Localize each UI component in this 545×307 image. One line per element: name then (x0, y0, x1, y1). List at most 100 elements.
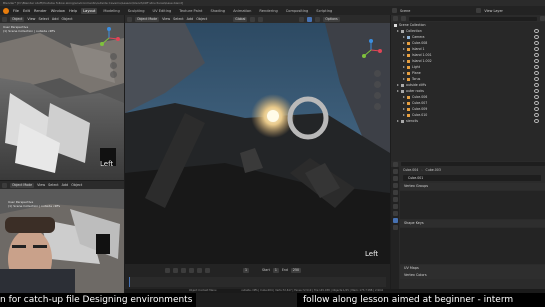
mesh-data-tab-icon[interactable] (392, 218, 398, 223)
expand-triangle-icon[interactable] (403, 78, 405, 80)
visibility-eye-icon[interactable] (534, 59, 539, 63)
menu-select[interactable]: Select (173, 17, 183, 21)
expand-triangle-icon[interactable] (403, 48, 405, 50)
menu-file[interactable]: File (13, 9, 19, 13)
visibility-eye-icon[interactable] (534, 35, 539, 39)
end-frame-field[interactable]: 250 (290, 267, 302, 273)
play-icon[interactable] (189, 267, 194, 273)
shading-material-icon[interactable] (315, 16, 321, 22)
expand-triangle-icon[interactable] (403, 108, 405, 110)
outliner-search-input[interactable] (409, 16, 537, 21)
panel-uv-maps[interactable]: UV Maps (400, 265, 545, 272)
shape-keys-list[interactable] (400, 228, 545, 264)
object-tab-icon[interactable] (392, 204, 398, 209)
visibility-eye-icon[interactable] (534, 41, 539, 45)
menu-object[interactable]: Object (196, 17, 207, 21)
output-tab-icon[interactable] (392, 183, 398, 188)
tab-shading[interactable]: Shading (208, 8, 227, 14)
tab-layout[interactable]: Layout (81, 7, 98, 14)
render-tab-icon[interactable] (392, 176, 398, 181)
play-reverse-icon[interactable] (181, 267, 186, 273)
expand-triangle-icon[interactable] (403, 102, 405, 104)
visibility-eye-icon[interactable] (534, 95, 539, 99)
tab-rendering[interactable]: Rendering (257, 8, 279, 14)
mode-dropdown[interactable]: Object (10, 16, 25, 22)
editor-type-icon[interactable] (393, 161, 398, 167)
tab-modeling[interactable]: Modeling (101, 8, 121, 14)
navigation-gizmo-icon[interactable] (98, 27, 120, 49)
material-tab-icon[interactable] (392, 225, 398, 230)
overlay-icon[interactable] (299, 16, 305, 22)
tab-sculpting[interactable]: Sculpting (126, 8, 147, 14)
menu-object[interactable]: Object (61, 17, 72, 21)
editor-type-icon[interactable] (2, 182, 7, 188)
menu-view[interactable]: View (27, 17, 35, 21)
shading-solid-icon[interactable] (307, 16, 313, 22)
mode-dropdown[interactable]: Object Mode (135, 16, 160, 22)
proportional-edit-icon[interactable] (258, 16, 264, 22)
menu-render[interactable]: Render (34, 9, 47, 13)
menu-add[interactable]: Add (62, 183, 69, 187)
mesh-name-field[interactable]: Cube.001 (403, 175, 541, 181)
expand-triangle-icon[interactable] (403, 66, 405, 68)
current-frame-field[interactable]: 1 (243, 267, 250, 273)
next-keyframe-icon[interactable] (197, 267, 202, 273)
jump-end-icon[interactable] (205, 267, 210, 273)
left-top-viewport[interactable]: User Perspective (1) Scene Collection | … (0, 23, 124, 180)
menu-edit[interactable]: Edit (23, 9, 30, 13)
menu-object[interactable]: Object (71, 183, 82, 187)
expand-triangle-icon[interactable] (403, 54, 405, 56)
perspective-toggle-icon[interactable] (374, 103, 381, 110)
pan-hand-icon[interactable] (110, 62, 117, 69)
panel-vertex-groups[interactable]: Vertex Groups (400, 183, 545, 190)
left-bottom-viewport[interactable]: User Perspective (1) Scene Collection | … (0, 189, 124, 293)
menu-add[interactable]: Add (187, 17, 194, 21)
display-mode-icon[interactable] (401, 16, 406, 21)
visibility-eye-icon[interactable] (534, 71, 539, 75)
tab-scripting[interactable]: Scripting (314, 8, 334, 14)
camera-view-icon[interactable] (374, 92, 381, 99)
visibility-eye-icon[interactable] (534, 89, 539, 93)
tab-texture-paint[interactable]: Texture Paint (177, 8, 204, 14)
expand-triangle-icon[interactable] (403, 36, 405, 38)
visibility-eye-icon[interactable] (534, 53, 539, 57)
tab-uv-editing[interactable]: UV Editing (151, 8, 174, 14)
vertex-groups-list[interactable] (400, 191, 545, 219)
world-tab-icon[interactable] (392, 197, 398, 202)
visibility-eye-icon[interactable] (534, 77, 539, 81)
expand-triangle-icon[interactable] (397, 120, 399, 122)
options-dropdown[interactable]: Options (323, 16, 340, 22)
expand-triangle-icon[interactable] (397, 90, 399, 92)
scene-tab-icon[interactable] (392, 190, 398, 195)
tab-animation[interactable]: Animation (231, 8, 253, 14)
expand-triangle-icon[interactable] (403, 42, 405, 44)
visibility-eye-icon[interactable] (534, 113, 539, 117)
tab-compositing[interactable]: Compositing (284, 8, 311, 14)
visibility-eye-icon[interactable] (534, 119, 539, 123)
expand-triangle-icon[interactable] (403, 60, 405, 62)
camera-view-icon[interactable] (110, 71, 117, 78)
properties-search-input[interactable] (401, 162, 545, 166)
view-layer-label[interactable]: View Layer (484, 9, 503, 13)
menu-view[interactable]: View (162, 17, 170, 21)
modifier-tab-icon[interactable] (392, 211, 398, 216)
timeline-track[interactable] (129, 277, 386, 287)
visibility-eye-icon[interactable] (534, 83, 539, 87)
panel-shape-keys[interactable]: Shape Keys (400, 220, 545, 227)
visibility-eye-icon[interactable] (534, 29, 539, 33)
expand-triangle-icon[interactable] (403, 114, 405, 116)
navigation-gizmo-icon[interactable] (360, 39, 382, 61)
jump-start-icon[interactable] (165, 267, 170, 273)
filter-icon[interactable] (540, 16, 545, 21)
menu-view[interactable]: View (37, 183, 45, 187)
visibility-eye-icon[interactable] (534, 107, 539, 111)
zoom-icon[interactable] (110, 53, 117, 60)
menu-select[interactable]: Select (38, 17, 48, 21)
pan-hand-icon[interactable] (374, 81, 381, 88)
visibility-eye-icon[interactable] (534, 65, 539, 69)
editor-type-icon[interactable] (2, 16, 7, 22)
menu-select[interactable]: Select (48, 183, 58, 187)
main-viewport[interactable]: Left (125, 23, 390, 264)
menu-window[interactable]: Window (51, 9, 65, 13)
expand-triangle-icon[interactable] (403, 72, 405, 74)
